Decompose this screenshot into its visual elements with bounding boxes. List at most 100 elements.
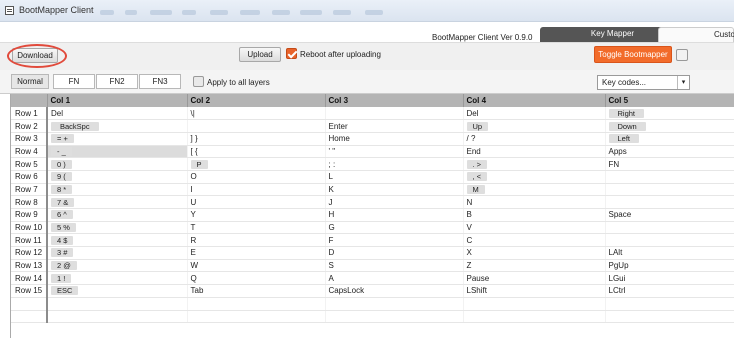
key-cell[interactable]: W	[187, 259, 326, 273]
key-cell[interactable]: J	[325, 195, 464, 209]
key-cell[interactable]: 8 *	[47, 183, 188, 197]
key-cell[interactable]: CapsLock	[325, 284, 464, 298]
key-cell[interactable]: N	[463, 195, 606, 209]
key-cell[interactable]: Y	[187, 208, 326, 222]
key-cell[interactable]	[605, 170, 734, 184]
key-cell[interactable]: ' "	[325, 145, 464, 159]
key-cell[interactable]	[187, 119, 326, 133]
key-cell[interactable]: R	[187, 233, 326, 248]
key-cell[interactable]: Space	[605, 208, 734, 222]
col-header[interactable]: Col 5	[605, 94, 734, 107]
key-cell[interactable]: Right	[605, 107, 734, 121]
keymap-grid: Col 1 Col 2 Col 3 Col 4 Col 5 Row 1 Del \|…	[10, 94, 734, 338]
col-header[interactable]: Col 3	[325, 94, 464, 107]
key-cell[interactable]: ; :	[325, 157, 464, 171]
key-cell[interactable]: 1 !	[47, 271, 188, 286]
key-cell[interactable]: \|	[187, 107, 326, 121]
key-cell[interactable]: Pause	[463, 271, 606, 286]
key-chip: , <	[466, 172, 488, 182]
key-cell[interactable]: End	[463, 145, 606, 159]
empty-cell	[47, 297, 188, 311]
empty-cell	[187, 297, 326, 311]
toggle-checkbox[interactable]	[676, 49, 688, 61]
key-cell[interactable]: P	[187, 157, 326, 171]
key-cell[interactable]: Tab	[187, 284, 326, 298]
key-cell[interactable]: ] }	[187, 132, 326, 146]
key-cell[interactable]: 2 @	[47, 259, 188, 273]
key-chip: . >	[466, 159, 488, 169]
key-cell[interactable]: D	[325, 246, 464, 260]
layer-fn-button[interactable]: FN	[53, 74, 95, 89]
key-cell[interactable]	[325, 107, 464, 121]
key-cell[interactable]: O	[187, 170, 326, 184]
key-cell[interactable]: Q	[187, 271, 326, 286]
key-cell[interactable]: 7 &	[47, 195, 188, 209]
key-cell[interactable]: Enter	[325, 119, 464, 133]
key-cell[interactable]: Home	[325, 132, 464, 146]
key-cell[interactable]: Down	[605, 119, 734, 133]
key-cell[interactable]: Del	[463, 107, 606, 121]
key-cell[interactable]: - _	[47, 145, 188, 159]
key-cell[interactable]: V	[463, 221, 606, 235]
key-cell[interactable]: PgUp	[605, 259, 734, 273]
key-cell[interactable]: E	[187, 246, 326, 260]
key-cell[interactable]: LAlt	[605, 246, 734, 260]
key-cell[interactable]: 4 $	[47, 233, 188, 248]
key-cell[interactable]: T	[187, 221, 326, 235]
col-header[interactable]: Col 2	[187, 94, 326, 107]
key-cell[interactable]: Apps	[605, 145, 734, 159]
key-cell[interactable]: [ {	[187, 145, 326, 159]
layer-fn3-button[interactable]: FN3	[139, 74, 181, 89]
key-cell[interactable]: ESC	[47, 284, 188, 298]
key-cell[interactable]: I	[187, 183, 326, 197]
key-cell[interactable]: 6 ^	[47, 208, 188, 222]
layer-normal-button[interactable]: Normal	[11, 74, 49, 89]
key-cell[interactable]: = +	[47, 132, 188, 146]
tab-custom[interactable]: Custo	[658, 27, 734, 42]
key-cell[interactable]: LShift	[463, 284, 606, 298]
key-cell[interactable]: LCtrl	[605, 284, 734, 298]
key-cell[interactable]: BackSpc	[47, 119, 188, 133]
key-cell[interactable]: LGui	[605, 271, 734, 286]
key-cell[interactable]: FN	[605, 157, 734, 171]
key-cell[interactable]	[605, 233, 734, 248]
key-cell[interactable]: 0 )	[47, 157, 188, 171]
col-header[interactable]: Col 1	[47, 94, 188, 107]
key-text: Q	[190, 273, 197, 283]
key-cell[interactable]: H	[325, 208, 464, 222]
apply-all-checkbox[interactable]	[193, 76, 204, 87]
upload-button[interactable]: Upload	[239, 47, 281, 62]
key-cell[interactable]: Z	[463, 259, 606, 273]
key-cell[interactable]: . >	[463, 157, 606, 171]
key-cell[interactable]: 9 (	[47, 170, 188, 184]
keycodes-select[interactable]: Key codes... ▾	[597, 75, 690, 90]
chevron-down-icon[interactable]: ▾	[677, 76, 689, 89]
reboot-checkbox[interactable]	[286, 48, 297, 59]
key-cell[interactable]: 5 %	[47, 221, 188, 235]
key-cell[interactable]: Del	[47, 107, 188, 121]
key-cell[interactable]: U	[187, 195, 326, 209]
title-blur-5	[210, 10, 228, 15]
key-cell[interactable]: Left	[605, 132, 734, 146]
col-header[interactable]: Col 4	[463, 94, 606, 107]
toggle-bootmapper-button[interactable]: Toggle Bootmapper	[594, 46, 672, 63]
key-cell[interactable]: 3 #	[47, 246, 188, 260]
key-cell[interactable]: A	[325, 271, 464, 286]
key-cell[interactable]	[605, 195, 734, 209]
key-cell[interactable]: G	[325, 221, 464, 235]
key-cell[interactable]: X	[463, 246, 606, 260]
key-cell[interactable]: , <	[463, 170, 606, 184]
key-cell[interactable]: L	[325, 170, 464, 184]
key-cell[interactable]: Up	[463, 119, 606, 133]
key-cell[interactable]: F	[325, 233, 464, 248]
key-cell[interactable]: M	[463, 183, 606, 197]
key-cell[interactable]	[605, 221, 734, 235]
key-chip: 9 (	[51, 172, 72, 182]
key-cell[interactable]: S	[325, 259, 464, 273]
key-cell[interactable]: / ?	[463, 132, 606, 146]
key-cell[interactable]	[605, 183, 734, 197]
key-cell[interactable]: K	[325, 183, 464, 197]
layer-fn2-button[interactable]: FN2	[96, 74, 138, 89]
key-cell[interactable]: B	[463, 208, 606, 222]
key-cell[interactable]: C	[463, 233, 606, 248]
